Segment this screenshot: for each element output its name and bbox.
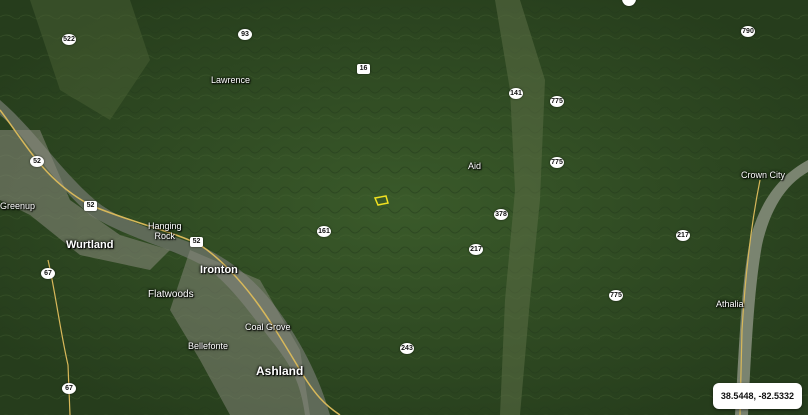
route-shield-243: 243 bbox=[400, 343, 414, 354]
place-label-greenup: Greenup bbox=[0, 201, 36, 211]
route-shield-67-b: 67 bbox=[62, 383, 76, 394]
place-label-crown-city: Crown City bbox=[741, 170, 786, 180]
coordinates-readout[interactable]: 38.5448, -82.5332 bbox=[712, 383, 802, 409]
route-shield-67-a: 67 bbox=[41, 268, 55, 279]
route-shield-141: 141 bbox=[509, 88, 523, 99]
route-shield-52-c: 52 bbox=[190, 237, 203, 247]
place-label-lawrence: Lawrence bbox=[211, 75, 251, 85]
place-label-aid: Aid bbox=[468, 161, 482, 171]
route-shield-522: 522 bbox=[62, 34, 76, 45]
route-shield-775-b: 775 bbox=[550, 157, 564, 168]
route-shield-775-c: 775 bbox=[609, 290, 623, 301]
route-shield-52-a: 52 bbox=[30, 156, 44, 167]
place-label-hanging-rock: Hanging Rock bbox=[148, 221, 182, 241]
route-shield-217-a: 217 bbox=[469, 244, 483, 255]
route-shield-16: 16 bbox=[357, 64, 370, 74]
route-shield-93: 93 bbox=[238, 29, 252, 40]
route-shield-378: 378 bbox=[494, 209, 508, 220]
route-shield-161: 161 bbox=[317, 226, 331, 237]
place-label-ashland: Ashland bbox=[256, 364, 304, 378]
place-label-bellefonte: Bellefonte bbox=[188, 341, 229, 351]
place-label-coal-grove: Coal Grove bbox=[245, 322, 291, 332]
place-label-flatwoods: Flatwoods bbox=[148, 289, 194, 300]
place-label-athalia: Athalia bbox=[716, 299, 744, 309]
place-label-wurtland: Wurtland bbox=[66, 239, 114, 251]
route-shield-52-b: 52 bbox=[84, 201, 97, 211]
route-shield-790: 790 bbox=[741, 26, 755, 37]
place-label-ironton: Ironton bbox=[200, 264, 238, 276]
route-shield-217-b: 217 bbox=[676, 230, 690, 241]
route-shield-775-a: 775 bbox=[550, 96, 564, 107]
